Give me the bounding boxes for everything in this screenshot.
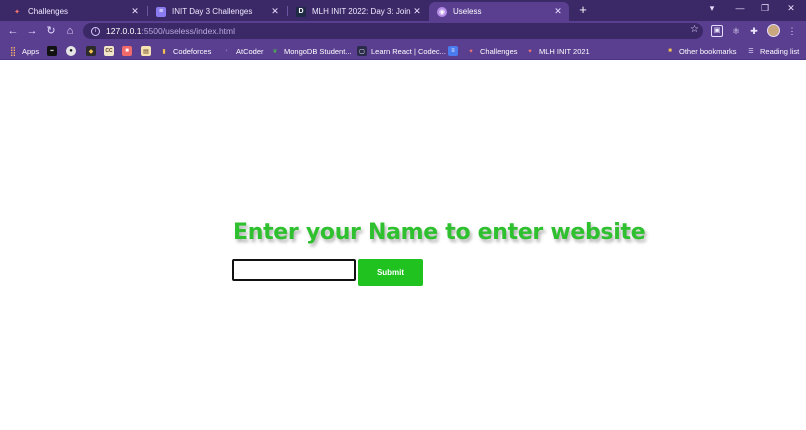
bookmark-hackerrank[interactable]: ◆: [86, 45, 96, 57]
tab-title: Useless: [453, 7, 482, 16]
restore-icon[interactable]: ❐: [758, 3, 772, 14]
reload-icon[interactable]: ↻: [44, 24, 58, 38]
new-tab-button[interactable]: +: [575, 2, 591, 18]
menu-dots-icon[interactable]: ⋮: [786, 25, 798, 37]
bookmark-docs[interactable]: ≡: [448, 45, 458, 57]
cc-logo-icon: CC: [104, 46, 114, 56]
folder-icon: ■: [668, 48, 672, 54]
tab-challenges[interactable]: ✦ Challenges ✕: [4, 2, 146, 21]
bar-chart-icon: ▮: [162, 48, 166, 55]
bookmark-reading-list[interactable]: ☰ Reading list: [746, 45, 799, 57]
url-text[interactable]: 127.0.0.1:5500/useless/index.html: [106, 26, 235, 36]
sparkle-icon: ✦: [527, 48, 533, 55]
tab-title: Challenges: [28, 7, 69, 16]
submit-button[interactable]: Submit: [358, 259, 423, 286]
close-window-icon[interactable]: ✕: [784, 3, 798, 14]
bookmark-cube[interactable]: ■: [122, 45, 132, 57]
close-icon[interactable]: ✕: [130, 6, 140, 17]
tab-strip: ✦ Challenges ✕ ≡ INIT Day 3 Challenges ✕…: [0, 0, 806, 21]
bookmark-label: MLH INIT 2021: [539, 46, 590, 56]
leaf-icon: ❦: [272, 48, 278, 55]
name-input[interactable]: [232, 259, 356, 281]
bookmark-apps[interactable]: ⣿ Apps: [8, 45, 39, 57]
close-icon[interactable]: ✕: [270, 6, 280, 17]
bookmark-react[interactable]: ▢ Learn React | Codec...: [357, 45, 446, 57]
browser-toolbar: ← → ↻ ⌂ i 127.0.0.1:5500/useless/index.h…: [0, 21, 806, 41]
page-content: Enter your Name to enter website Submit: [0, 60, 806, 430]
tab-init-day3[interactable]: ≡ INIT Day 3 Challenges ✕: [148, 2, 286, 21]
bookmark-atcoder[interactable]: ◐ AtCoder: [222, 45, 264, 57]
close-icon[interactable]: ✕: [553, 6, 563, 17]
bookmark-codechef[interactable]: CC: [104, 45, 114, 57]
d-letter-icon: D: [296, 6, 306, 17]
sparkle-icon: ✦: [14, 8, 20, 16]
reading-list-icon: ☰: [748, 48, 754, 55]
bookmark-label: Learn React | Codec...: [371, 46, 446, 56]
apps-grid-icon: ⣿: [9, 45, 17, 56]
bookmark-challenges[interactable]: ✦ Challenges: [466, 45, 518, 57]
bookmark-mongodb[interactable]: ❦ MongoDB Student...: [270, 45, 352, 57]
bookmark-label: Codeforces: [173, 46, 212, 56]
bookmark-mlh[interactable]: ✦ MLH INIT 2021: [525, 45, 590, 57]
docs-icon: ≡: [448, 46, 458, 56]
profile-avatar[interactable]: [767, 24, 780, 37]
github-icon: ●: [66, 46, 76, 56]
bookmark-label: Challenges: [480, 46, 518, 56]
forward-arrow-icon[interactable]: →: [25, 24, 39, 38]
address-bar[interactable]: i 127.0.0.1:5500/useless/index.html ☆: [83, 23, 703, 39]
extensions-puzzle-icon[interactable]: ✚: [748, 25, 760, 37]
tab-title: INIT Day 3 Challenges: [172, 7, 253, 16]
sparkle-icon: ✦: [468, 48, 474, 55]
info-icon[interactable]: i: [91, 26, 100, 36]
dev-logo-icon: ▪▪: [47, 46, 57, 56]
bookmark-star-icon[interactable]: ☆: [690, 24, 699, 35]
bookmark-label: AtCoder: [236, 46, 264, 56]
codecademy-icon: ▢: [357, 46, 367, 56]
bookmark-dev[interactable]: ▪▪: [47, 45, 57, 57]
back-arrow-icon[interactable]: ←: [6, 24, 20, 38]
tab-mlh-init[interactable]: D MLH INIT 2022: Day 3: Join us Ju ✕: [288, 2, 428, 21]
home-icon[interactable]: ⌂: [63, 24, 77, 38]
close-icon[interactable]: ✕: [412, 6, 422, 17]
bookmark-label: MongoDB Student...: [284, 46, 352, 56]
page-heading: Enter your Name to enter website: [233, 220, 646, 245]
bookmarks-bar: ⣿ Apps ▪▪ ● ◆ CC ■ ▤ ▮ Codeforces ◐ AtCo…: [0, 41, 806, 60]
bookmark-book[interactable]: ▤: [141, 45, 151, 57]
screenshot-extension-icon[interactable]: ▣: [711, 25, 723, 37]
bookmark-label: Other bookmarks: [679, 46, 737, 56]
tab-useless[interactable]: ◉ Useless ✕: [429, 2, 569, 21]
tab-title: MLH INIT 2022: Day 3: Join us Ju: [312, 7, 412, 16]
bookmark-label: Reading list: [760, 46, 800, 56]
cube-icon: ■: [122, 46, 132, 56]
bookmark-label: Apps: [22, 46, 40, 56]
react-devtools-icon[interactable]: ⚛: [730, 25, 742, 37]
bookmark-other[interactable]: ■ Other bookmarks: [665, 45, 737, 57]
bookmark-codeforces[interactable]: ▮ Codeforces: [159, 45, 211, 57]
tab-search-icon[interactable]: ▾: [705, 3, 719, 14]
shield-logo-icon: ◆: [86, 46, 96, 56]
book-icon: ▤: [141, 46, 151, 56]
minimize-icon[interactable]: —: [733, 3, 747, 13]
globe-icon: ◉: [437, 6, 447, 17]
atcoder-logo-icon: ◐: [225, 48, 229, 54]
bookmark-github[interactable]: ●: [66, 45, 76, 57]
list-icon: ≡: [156, 6, 166, 17]
